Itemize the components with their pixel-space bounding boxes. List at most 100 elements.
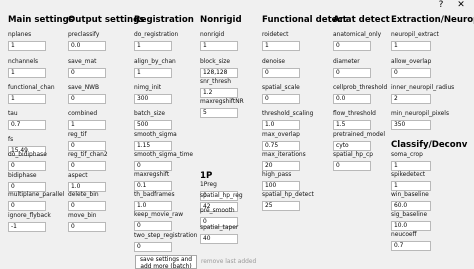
field-label: max_overlap (262, 132, 300, 138)
field-input[interactable]: 0 (68, 94, 106, 104)
field-label: do_bidiphase (8, 152, 47, 158)
field-input[interactable]: 1.0 (68, 182, 106, 192)
field-input[interactable]: 0.1 (134, 181, 172, 191)
field-label: spatial_hp_cp (333, 152, 373, 158)
field-label: do_registration (134, 32, 179, 38)
field-input[interactable]: -1 (8, 222, 46, 232)
field-input[interactable]: 0 (68, 161, 106, 171)
field-label: pre_smooth (200, 208, 235, 214)
field-input[interactable]: 300 (134, 94, 172, 104)
field-input[interactable]: 1.2 (200, 88, 238, 98)
field-input[interactable]: 0 (134, 161, 172, 171)
field-label: nimg_init (134, 85, 162, 91)
field-input[interactable]: 0 (391, 68, 431, 78)
field-label: high_pass (262, 172, 292, 178)
field-input[interactable]: 1 (391, 181, 431, 191)
field-label: smooth_sigma_time (134, 152, 194, 158)
save-settings-button[interactable]: save settings and add more (batch) (135, 255, 197, 269)
onep-section-title: 1P (200, 171, 213, 181)
field-input[interactable]: 0.0 (68, 41, 106, 51)
field-input[interactable]: 1 (8, 94, 46, 104)
field-input[interactable]: 0 (333, 41, 371, 51)
field-input[interactable]: 1 (200, 41, 238, 51)
column-title: Anat detect (333, 15, 390, 25)
field-input[interactable]: 1.15 (134, 141, 172, 151)
field-input[interactable]: 0 (68, 68, 106, 78)
field-input[interactable]: 0 (68, 222, 106, 232)
field-label: block_size (200, 59, 230, 65)
field-input[interactable]: 1 (391, 161, 431, 171)
field-input[interactable]: 10.0 (391, 221, 431, 231)
classify-deconv-title: Classify/Deconv (391, 140, 468, 150)
field-label: align_by_chan (134, 59, 176, 65)
field-label: reg_tif (68, 132, 87, 138)
field-label: multiplane_parallel (8, 192, 65, 198)
field-label: pretrained_model (333, 132, 386, 138)
field-input[interactable]: 0 (262, 68, 300, 78)
field-input[interactable]: 5 (200, 108, 238, 118)
field-label: delete_bin (68, 192, 99, 198)
field-label: cellprob_threshold (333, 85, 388, 91)
column-title: Output settings (68, 15, 145, 25)
field-input[interactable]: 0.7 (8, 120, 46, 130)
field-input[interactable]: 2 (391, 94, 431, 104)
field-label: keep_movie_raw (134, 212, 184, 218)
field-input[interactable]: 1 (8, 41, 46, 51)
title-bar: ? ✕ (0, 0, 474, 12)
field-input[interactable]: 0 (8, 182, 46, 192)
field-label: maxregshiftNR (200, 99, 244, 105)
field-label: move_bin (68, 213, 97, 219)
close-icon[interactable]: ✕ (456, 0, 466, 11)
field-label: max_iterations (262, 152, 306, 158)
field-input[interactable]: 1.0 (262, 120, 300, 130)
field-input[interactable]: 350 (391, 120, 431, 130)
field-input[interactable]: 128,128 (200, 68, 238, 78)
field-input[interactable]: 0 (8, 161, 46, 171)
field-input[interactable]: 40 (200, 234, 238, 244)
field-input[interactable]: 0.75 (262, 141, 300, 151)
field-input[interactable]: 1.0 (134, 201, 172, 211)
field-input[interactable]: 0 (134, 221, 172, 231)
field-label: preclassify (68, 32, 100, 38)
field-label: anatomical_only (333, 32, 382, 38)
column-title: Extraction/Neuropil (391, 15, 474, 25)
field-input[interactable]: 0.7 (391, 241, 431, 251)
field-input[interactable]: 1 (391, 41, 431, 51)
field-input[interactable]: 1 (68, 120, 106, 130)
field-label: save_mat (68, 59, 97, 65)
field-label: min_neuropil_pixels (391, 111, 450, 117)
column-title: Registration (134, 15, 194, 25)
field-label: spatial_scale (262, 85, 300, 91)
field-input[interactable]: cyto (333, 141, 371, 151)
field-input[interactable]: 20 (262, 161, 300, 171)
field-input[interactable]: 0 (333, 68, 371, 78)
field-label: allow_overlap (391, 59, 432, 65)
column-title: Main settings (8, 15, 74, 25)
field-input[interactable]: 0 (68, 201, 106, 211)
field-input[interactable]: 1 (262, 41, 300, 51)
field-input[interactable]: 0.0 (333, 94, 371, 104)
field-input[interactable]: 100 (262, 181, 300, 191)
field-label: diameter (333, 59, 360, 65)
field-label: denoise (262, 59, 286, 65)
help-icon[interactable]: ? (436, 0, 446, 11)
field-input[interactable]: 1 (134, 68, 172, 78)
field-input[interactable]: 0 (68, 141, 106, 151)
remove-last-added-button[interactable]: remove last added (201, 259, 256, 265)
field-input[interactable]: 500 (134, 120, 172, 130)
field-input[interactable]: 1 (134, 41, 172, 51)
field-label: aspect (68, 173, 88, 179)
field-input[interactable]: 60.0 (391, 201, 431, 211)
field-label: inner_neuropil_radius (391, 85, 455, 91)
field-label: tau (8, 111, 18, 117)
field-input[interactable]: 1.5 (333, 120, 371, 130)
field-input[interactable]: 1 (8, 68, 46, 78)
field-input[interactable]: 0 (134, 242, 172, 252)
field-input[interactable]: 0 (333, 161, 371, 171)
field-input[interactable]: 25 (262, 201, 300, 211)
field-label: sig_baseline (391, 212, 428, 218)
field-input[interactable]: 0 (262, 94, 300, 104)
field-label: ignore_flyback (8, 213, 51, 219)
field-input[interactable]: 0 (8, 201, 46, 211)
field-label: nonrigid (200, 32, 225, 38)
